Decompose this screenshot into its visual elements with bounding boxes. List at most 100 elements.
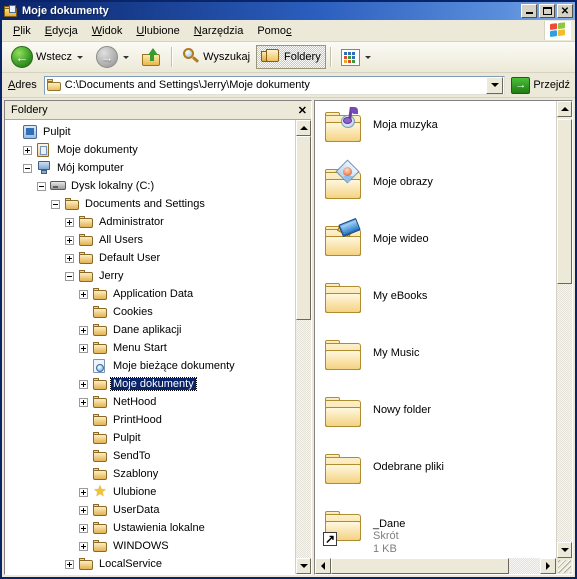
tree-toggle-plus-icon[interactable] — [79, 343, 88, 353]
file-list-item[interactable]: ↗ _Dane Skrót 1 KB — [323, 506, 405, 556]
tree-item-moje-dokumenty[interactable]: Moje dokumenty — [5, 141, 295, 159]
address-dropdown-button[interactable] — [486, 76, 504, 94]
tree-item-application-data[interactable]: Application Data — [5, 285, 295, 303]
tree-item-moje-dokumenty[interactable]: Moje dokumenty — [5, 375, 295, 393]
file-scroll-down-button[interactable] — [557, 542, 572, 558]
search-button[interactable]: Wyszukaj — [177, 45, 255, 69]
tree-toggle-plus-icon[interactable] — [65, 253, 74, 263]
tree-scroll-down-button[interactable] — [296, 558, 311, 574]
menu-edycja[interactable]: Edycja — [38, 23, 85, 39]
menu-narzedzia[interactable]: Narzędzia — [187, 23, 251, 39]
file-hscroll-track[interactable] — [331, 558, 540, 574]
go-button[interactable]: → Przejdź — [508, 76, 573, 94]
tree-toggle-plus-icon[interactable] — [79, 397, 88, 407]
tree-toggle-plus-icon[interactable] — [79, 325, 88, 335]
file-hscroll-thumb[interactable] — [331, 558, 509, 574]
tree-item-windows[interactable]: WINDOWS — [5, 537, 295, 555]
menu-widok[interactable]: Widok — [85, 23, 130, 39]
file-list-item[interactable]: Moje obrazy — [323, 159, 433, 204]
folder-video-icon — [323, 217, 365, 261]
file-item-name: Odebrane pliki — [373, 461, 444, 473]
tree-item-printhood[interactable]: PrintHood — [5, 411, 295, 429]
close-button[interactable]: ✕ — [557, 4, 573, 18]
tree-toggle-plus-icon[interactable] — [79, 505, 88, 515]
file-scroll-up-button[interactable] — [557, 101, 572, 117]
maximize-button[interactable] — [539, 4, 555, 18]
minimize-button[interactable] — [521, 4, 537, 18]
file-list-item[interactable]: Moja muzyka — [323, 106, 438, 147]
tree-item-jerry[interactable]: Jerry — [5, 267, 295, 285]
views-button[interactable] — [336, 45, 378, 69]
tree-toggle-plus-icon[interactable] — [65, 559, 74, 569]
tree-item-m-j-komputer[interactable]: Mój komputer — [5, 159, 295, 177]
file-item-text: Moje obrazy — [373, 164, 433, 188]
menu-pomoc[interactable]: Pomoc — [250, 23, 298, 39]
tree-item-pulpit[interactable]: Pulpit — [5, 429, 295, 447]
file-scroll-thumb[interactable] — [557, 119, 572, 284]
tree-item-label: Pulpit — [113, 432, 141, 444]
tree-item-moje-bie-ce-dokumenty[interactable]: Moje bieżące dokumenty — [5, 357, 295, 375]
tree-item-documents-and-settings[interactable]: Documents and Settings — [5, 195, 295, 213]
tree-item-networkservice[interactable]: NetworkService — [5, 573, 295, 574]
tree-scroll-up-button[interactable] — [296, 120, 311, 136]
tree-vertical-scrollbar[interactable] — [295, 120, 311, 574]
folder-tree[interactable]: Pulpit Moje dokumenty Mój komputer Dysk lok… — [5, 120, 295, 574]
resize-grip[interactable] — [556, 558, 572, 574]
tree-toggle-plus-icon[interactable] — [79, 541, 88, 551]
file-list-item[interactable]: Nowy folder — [323, 392, 431, 432]
tree-item-pulpit[interactable]: Pulpit — [5, 123, 295, 141]
title-bar[interactable]: Moje dokumenty ✕ — [2, 2, 575, 20]
tree-toggle-minus-icon[interactable] — [37, 181, 46, 191]
tree-item-sendto[interactable]: SendTo — [5, 447, 295, 465]
file-scroll-left-button[interactable] — [315, 558, 331, 574]
tree-scroll-thumb[interactable] — [296, 136, 311, 320]
tree-item-label: NetHood — [113, 396, 157, 408]
tree-toggle-plus-icon[interactable] — [79, 487, 88, 497]
tree-item-userdata[interactable]: UserData — [5, 501, 295, 519]
tree-scroll-track[interactable] — [296, 136, 311, 558]
forward-dropdown-icon[interactable] — [123, 55, 130, 59]
file-scroll-track[interactable] — [557, 117, 572, 542]
tree-item-cookies[interactable]: Cookies — [5, 303, 295, 321]
file-list[interactable]: Moja muzyka Moje obrazy Moje wideo My eBook… — [315, 101, 556, 558]
tree-toggle-plus-icon[interactable] — [79, 523, 88, 533]
address-input[interactable]: C:\Documents and Settings\Jerry\Moje dok… — [43, 75, 506, 95]
file-horizontal-scrollbar[interactable] — [315, 558, 572, 574]
tree-item-dysk-lokalny-c[interactable]: Dysk lokalny (C:) — [5, 177, 295, 195]
views-dropdown-icon[interactable] — [364, 55, 371, 59]
folder-icon — [92, 287, 108, 301]
tree-toggle-plus-icon[interactable] — [79, 379, 88, 389]
menu-ulubione[interactable]: Ulubione — [129, 23, 186, 39]
tree-toggle-plus-icon[interactable] — [65, 217, 74, 227]
tree-item-administrator[interactable]: Administrator — [5, 213, 295, 231]
folders-button[interactable]: Foldery — [256, 45, 326, 69]
tree-toggle-plus-icon[interactable] — [23, 145, 32, 155]
tree-item-label: Szablony — [113, 468, 159, 480]
tree-item-ustawienia-lokalne[interactable]: Ustawienia lokalne — [5, 519, 295, 537]
file-list-item[interactable]: Moje wideo — [323, 217, 429, 261]
tree-toggle-plus-icon[interactable] — [79, 289, 88, 299]
menu-plik[interactable]: Plik — [6, 23, 38, 39]
tree-item-all-users[interactable]: All Users — [5, 231, 295, 249]
tree-item-ulubione[interactable]: ★ Ulubione — [5, 483, 295, 501]
file-vertical-scrollbar[interactable] — [556, 101, 572, 558]
tree-item-szablony[interactable]: Szablony — [5, 465, 295, 483]
file-list-item[interactable]: My Music — [323, 335, 419, 375]
forward-button[interactable]: → — [91, 45, 136, 69]
file-list-item[interactable]: Odebrane pliki — [323, 449, 444, 489]
tree-item-dane-aplikacji[interactable]: Dane aplikacji — [5, 321, 295, 339]
tree-item-default-user[interactable]: Default User — [5, 249, 295, 267]
tree-toggle-minus-icon[interactable] — [51, 199, 60, 209]
folders-pane-close-icon[interactable]: ✕ — [298, 104, 307, 117]
file-scroll-right-button[interactable] — [540, 558, 556, 574]
tree-toggle-minus-icon[interactable] — [23, 163, 32, 173]
up-button[interactable] — [137, 45, 167, 69]
back-button[interactable]: ← Wstecz — [6, 45, 90, 69]
tree-toggle-plus-icon[interactable] — [65, 235, 74, 245]
tree-item-nethood[interactable]: NetHood — [5, 393, 295, 411]
tree-item-localservice[interactable]: LocalService — [5, 555, 295, 573]
back-dropdown-icon[interactable] — [77, 55, 84, 59]
file-list-item[interactable]: My eBooks — [323, 278, 427, 318]
tree-item-menu-start[interactable]: Menu Start — [5, 339, 295, 357]
tree-toggle-minus-icon[interactable] — [65, 271, 74, 281]
